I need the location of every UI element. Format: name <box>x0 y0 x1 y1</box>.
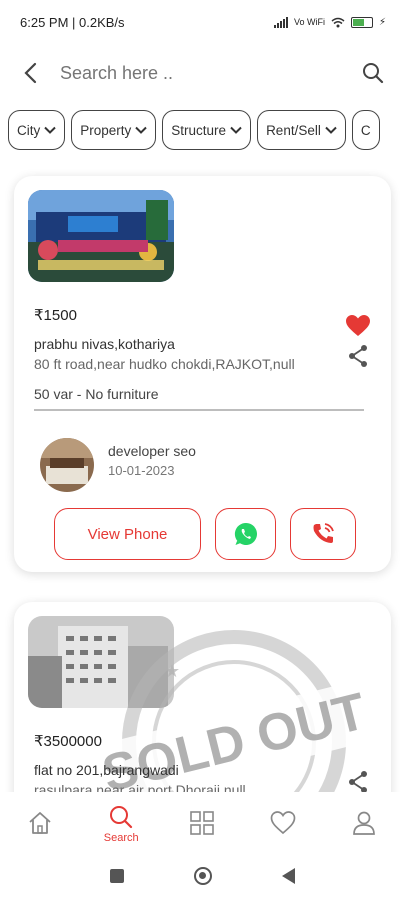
view-phone-button[interactable]: View Phone <box>54 508 201 560</box>
back-nav-button[interactable] <box>281 868 295 884</box>
filter-label: Rent/Sell <box>266 122 321 138</box>
home-button[interactable] <box>193 867 212 885</box>
wifi-icon <box>331 17 345 27</box>
listing-title: prabhu nivas,kothariya <box>34 336 175 352</box>
recent-apps-button[interactable] <box>109 869 124 883</box>
nav-profile[interactable] <box>329 810 399 838</box>
search-bar <box>0 50 404 96</box>
listing-details: 50 var - No furniture <box>34 386 159 402</box>
call-button[interactable] <box>290 508 356 560</box>
arrow-left-icon <box>24 62 37 84</box>
user-icon <box>352 811 375 835</box>
share-button[interactable] <box>347 770 369 792</box>
system-navigation <box>0 852 404 900</box>
home-icon <box>29 812 51 834</box>
developer-name: developer seo <box>108 443 196 459</box>
chevron-down-icon <box>135 126 147 134</box>
search-input[interactable] <box>60 62 360 84</box>
share-icon <box>349 345 367 367</box>
chevron-down-icon <box>44 126 56 134</box>
whatsapp-button[interactable] <box>215 508 276 560</box>
property-image <box>28 190 174 282</box>
signal-icon <box>273 16 288 28</box>
phone-call-icon <box>313 523 334 543</box>
listing-address: 80 ft road,near hudko chokdi,RAJKOT,null <box>34 356 295 372</box>
charging-icon: ⚡ <box>378 16 386 28</box>
filter-property[interactable]: Property <box>71 110 157 150</box>
filter-structure[interactable]: Structure <box>162 110 252 150</box>
nav-search[interactable]: Search <box>86 804 156 844</box>
filter-city[interactable]: City <box>8 110 66 150</box>
nav-home[interactable] <box>5 810 75 838</box>
favorite-button[interactable] <box>345 314 371 338</box>
listing-list: ₹1500 prabhu nivas,kothariya 80 ft road,… <box>0 160 404 792</box>
heart-icon <box>270 811 296 835</box>
listing-price: ₹3500000 <box>34 733 102 750</box>
nav-categories[interactable] <box>167 810 237 838</box>
status-bar: 6:25 PM | 0.2KB/s Vo WiFi ⚡ <box>0 0 404 44</box>
bottom-nav: Search <box>0 796 404 852</box>
search-icon <box>363 63 384 84</box>
share-button[interactable] <box>347 344 369 368</box>
filter-label: C <box>360 122 371 138</box>
filter-label: Property <box>80 122 132 138</box>
nav-label: Search <box>103 832 139 844</box>
listing-card[interactable]: ₹1500 prabhu nivas,kothariya 80 ft road,… <box>14 176 391 572</box>
network-label: Vo WiFi <box>293 17 325 27</box>
grid-icon <box>190 811 214 835</box>
share-icon <box>349 771 367 792</box>
listing-price: ₹1500 <box>34 307 77 324</box>
listing-card[interactable]: SOLD OUT ★ ₹3500000 flat no 201,bajrangw… <box>14 602 391 792</box>
search-icon <box>110 806 133 829</box>
divider <box>34 409 364 411</box>
developer-date: 10-01-2023 <box>108 463 175 478</box>
avatar <box>40 438 94 492</box>
heart-filled-icon <box>346 315 370 336</box>
filter-rent-sell[interactable]: Rent/Sell <box>257 110 346 150</box>
whatsapp-icon <box>234 522 257 545</box>
status-icons: Vo WiFi ⚡ <box>273 16 386 28</box>
listing-title: flat no 201,bajrangwadi <box>34 762 179 778</box>
chevron-down-icon <box>325 126 337 134</box>
nav-favorites[interactable] <box>248 810 318 838</box>
listing-address: rasulpara,near air port,Dhoraji,null <box>34 782 246 792</box>
filter-more[interactable]: C <box>351 110 380 150</box>
back-button[interactable] <box>18 61 42 85</box>
chevron-down-icon <box>230 126 242 134</box>
filter-label: City <box>17 122 41 138</box>
property-image <box>28 616 174 708</box>
battery-icon <box>350 16 373 28</box>
filter-bar: City Property Structure Rent/Sell C <box>8 110 404 152</box>
filter-label: Structure <box>171 122 227 138</box>
search-button[interactable] <box>360 60 386 86</box>
status-time: 6:25 PM | 0.2KB/s <box>20 14 125 30</box>
view-phone-label: View Phone <box>87 525 168 543</box>
